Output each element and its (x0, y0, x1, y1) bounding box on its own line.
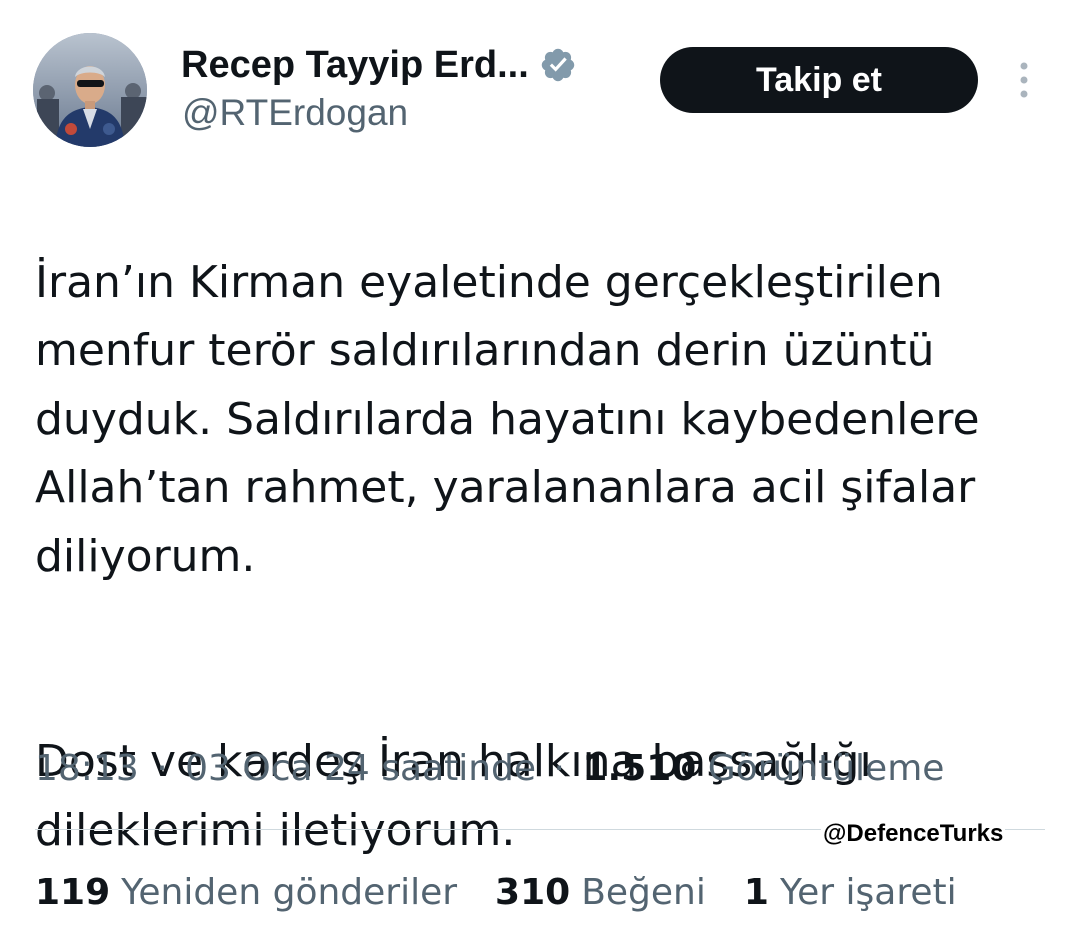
views-label: Görüntüleme (707, 748, 945, 789)
meta-separator: · (553, 748, 565, 789)
avatar-photo (33, 33, 147, 147)
author-handle[interactable]: @RTErdogan (182, 92, 408, 134)
tweet-paragraph: İran’ın Kirman eyaletinde gerçekleştiril… (35, 256, 980, 582)
stat-count: 1 (743, 872, 769, 913)
stat-label: Beğeni (581, 872, 706, 913)
stat-likes[interactable]: 310 Beğeni (495, 872, 706, 913)
watermark: @DefenceTurks (821, 820, 1006, 848)
stat-bookmarks[interactable]: 1 Yer işareti (744, 872, 957, 913)
author-name-row[interactable]: Recep Tayyip Erd... (181, 40, 577, 90)
stat-label: Yeniden gönderiler (121, 872, 458, 913)
meta-separator: · (156, 748, 168, 789)
more-vertical-icon[interactable] (1010, 58, 1038, 102)
engagement-stats: 119 Yeniden gönderiler 310 Beğeni 1 Yer işa… (35, 872, 957, 913)
stat-count: 310 (495, 872, 571, 913)
stat-count: 119 (35, 872, 111, 913)
tweet-meta: 18:13 · 03 Oca 24 saatinde · 1.510 Görün… (35, 748, 944, 789)
follow-button-label: Takip et (756, 60, 882, 99)
views-count: 1.510 (582, 748, 697, 789)
stat-reposts[interactable]: 119 Yeniden gönderiler (35, 872, 457, 913)
follow-button[interactable]: Takip et (660, 47, 978, 113)
avatar[interactable] (33, 33, 147, 147)
tweet-date[interactable]: 03 Oca 24 saatinde (185, 748, 536, 789)
stat-label: Yer işareti (779, 872, 957, 913)
author-display-name[interactable]: Recep Tayyip Erd... (181, 44, 529, 87)
tweet-time[interactable]: 18:13 (35, 748, 139, 789)
verified-badge-icon[interactable] (539, 46, 577, 84)
